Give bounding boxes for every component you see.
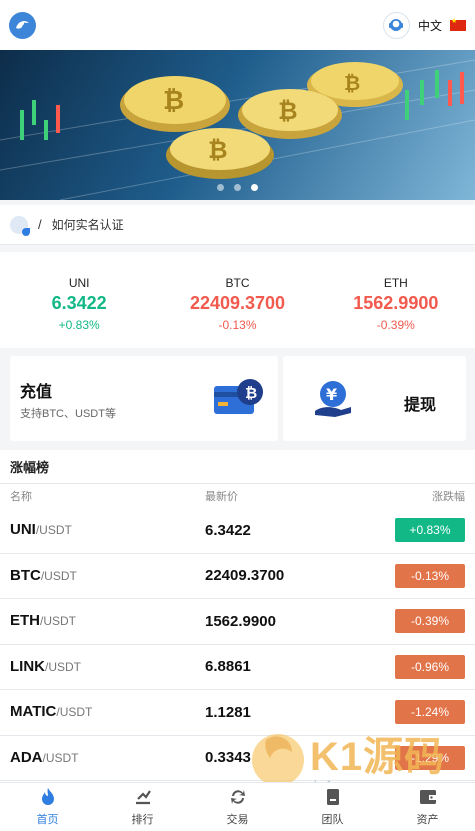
ticker-price: 1562.9900 <box>353 293 439 313</box>
tab-assets[interactable]: 资产 <box>380 783 475 831</box>
banner-dot-1[interactable] <box>217 184 224 191</box>
table-row[interactable]: UNI/USDT 6.3422 +0.83% <box>0 508 475 554</box>
ticker-eth[interactable]: ETH 1562.9900 -0.39% <box>317 252 475 348</box>
gainers-ranking: 涨幅榜 名称 最新价 涨跌幅 UNI/USDT 6.3422 +0.83% BT… <box>0 450 475 782</box>
row-price: 0.3343 <box>205 749 251 767</box>
notice-text[interactable]: 如何实名认证 <box>52 216 124 233</box>
tab-label: 资产 <box>416 814 439 826</box>
table-row[interactable]: ADA/USDT 0.3343 -1.29% <box>0 736 475 781</box>
ticker-name: BTC <box>225 276 250 290</box>
ranking-chart-icon <box>135 790 151 805</box>
ticker-uni[interactable]: UNI 6.3422 +0.83% <box>0 252 158 348</box>
ranking-title: 涨幅榜 <box>0 450 475 484</box>
team-icon <box>326 789 339 805</box>
china-flag-icon[interactable] <box>450 17 466 31</box>
change-badge: -0.39% <box>395 609 465 634</box>
banner-dot-2[interactable] <box>234 184 241 191</box>
bottom-tabbar: 首页 排行 交易 团队 资产 <box>0 782 475 831</box>
svg-text:₿: ₿ <box>245 384 257 402</box>
app-page: 中文 ₿ ₿ ₿ <box>0 0 475 831</box>
deposit-subtitle: 支持BTC、USDT等 <box>20 408 116 420</box>
customer-service-icon[interactable] <box>382 11 410 39</box>
ticker-change: +0.83% <box>58 318 100 332</box>
row-quote: /USDT <box>45 659 81 674</box>
table-row[interactable]: LINK/USDT 6.8861 -0.96% <box>0 645 475 690</box>
change-badge: -1.29% <box>395 745 465 770</box>
ticker-change: -0.13% <box>218 318 257 332</box>
tab-label: 排行 <box>131 814 154 826</box>
row-symbol: BTC <box>10 566 41 584</box>
withdraw-card[interactable]: ¥ 提现 <box>283 356 466 441</box>
table-row[interactable]: MATIC/USDT 1.1281 -1.24% <box>0 690 475 736</box>
svg-text:₿: ₿ <box>208 136 228 164</box>
bitcoin-card-icon: ₿ <box>214 378 266 425</box>
dolphin-logo-icon[interactable] <box>9 11 36 39</box>
top-header: 中文 <box>0 0 475 50</box>
column-name: 名称 <box>10 491 32 503</box>
market-tickers: UNI 6.3422 +0.83% BTC 22409.3700 -0.13% … <box>0 252 475 348</box>
tab-trade[interactable]: 交易 <box>190 783 285 831</box>
change-badge: -1.24% <box>395 700 465 725</box>
column-price: 最新价 <box>205 491 238 503</box>
banner-dot-3[interactable] <box>251 184 258 191</box>
row-quote: /USDT <box>35 523 72 538</box>
ticker-name: UNI <box>68 276 90 290</box>
globe-icon <box>10 215 30 236</box>
notice-separator: / <box>38 217 42 232</box>
ticker-price: 6.3422 <box>51 293 107 313</box>
tab-home[interactable]: 首页 <box>0 783 95 831</box>
tab-label: 首页 <box>36 814 59 826</box>
row-quote: /USDT <box>42 750 79 765</box>
header-actions: 中文 <box>382 11 466 39</box>
row-price: 1562.9900 <box>205 612 276 630</box>
ticker-name: ETH <box>383 276 408 290</box>
row-symbol: LINK <box>10 657 45 675</box>
ticker-price: 22409.3700 <box>189 293 286 313</box>
row-price: 22409.3700 <box>205 567 285 585</box>
ticker-btc[interactable]: BTC 22409.3700 -0.13% <box>158 252 316 348</box>
yen-hand-icon: ¥ <box>313 379 353 424</box>
row-quote: /USDT <box>40 614 76 629</box>
row-symbol: ADA <box>10 748 43 766</box>
bitcoin-coins-image: ₿ ₿ ₿ ₿ <box>0 59 475 200</box>
change-badge: -0.96% <box>395 654 465 679</box>
tab-ranking[interactable]: 排行 <box>95 783 190 831</box>
svg-text:₿: ₿ <box>344 71 360 95</box>
change-badge: -0.13% <box>395 563 465 588</box>
tab-label: 团队 <box>321 814 344 826</box>
row-price: 6.8861 <box>205 658 251 676</box>
deposit-title: 充值 <box>20 384 53 401</box>
notice-bar[interactable]: / 如何实名认证 <box>0 205 475 245</box>
table-row[interactable]: ETH/USDT 1562.9900 -0.39% <box>0 599 475 645</box>
table-row[interactable]: BTC/USDT 22409.3700 -0.13% <box>0 554 475 599</box>
change-badge: +0.83% <box>395 518 465 543</box>
row-symbol: UNI <box>10 521 36 539</box>
language-label[interactable]: 中文 <box>418 17 442 34</box>
ranking-header: 名称 最新价 涨跌幅 <box>0 484 475 508</box>
svg-text:¥: ¥ <box>326 385 337 404</box>
trade-exchange-icon <box>230 790 245 804</box>
row-symbol: MATIC <box>10 703 57 721</box>
svg-text:₿: ₿ <box>278 97 298 125</box>
svg-text:₿: ₿ <box>163 86 184 116</box>
promo-banner[interactable]: ₿ ₿ ₿ ₿ <box>0 50 475 200</box>
tab-label: 交易 <box>226 814 249 826</box>
home-flame-icon <box>41 788 54 805</box>
row-quote: /USDT <box>40 568 77 583</box>
row-price: 1.1281 <box>205 703 251 721</box>
row-price: 6.3422 <box>205 521 251 539</box>
column-change: 涨跌幅 <box>432 491 465 503</box>
deposit-card[interactable]: 充值 支持BTC、USDT等 ₿ <box>10 356 278 441</box>
row-quote: /USDT <box>56 705 93 720</box>
withdraw-label: 提现 <box>404 397 437 414</box>
ticker-change: -0.39% <box>376 318 415 332</box>
banner-pagination <box>217 184 258 191</box>
tab-team[interactable]: 团队 <box>285 783 380 831</box>
wallet-icon <box>419 790 436 804</box>
row-symbol: ETH <box>10 612 40 630</box>
